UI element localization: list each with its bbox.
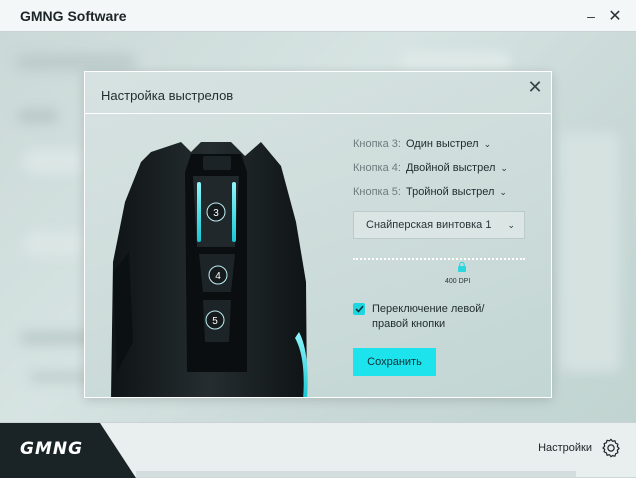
mouse-image: 3 4 5 — [111, 142, 308, 397]
dpi-slider-track[interactable] — [353, 258, 525, 260]
mouse-button-4-badge[interactable]: 4 — [208, 265, 228, 285]
profile-select[interactable]: Снайперская винтовка 1 ⌄ — [353, 211, 525, 239]
dpi-value: 400 DPI — [445, 278, 471, 285]
chevron-down-icon[interactable]: ⌄ — [499, 187, 507, 198]
lock-icon[interactable] — [456, 261, 468, 273]
button-5-value[interactable]: Тройной выстрел — [406, 186, 494, 198]
shot-settings-dialog: Настройка выстрелов ✕ 3 4 5 Кнопка 3: Од… — [84, 71, 552, 398]
dialog-close-button[interactable]: ✕ — [525, 77, 545, 97]
save-button[interactable]: Сохранить — [353, 348, 436, 376]
button-3-key: Кнопка 3: — [353, 138, 401, 150]
app-titlebar: GMNG Software – ✕ — [0, 0, 636, 32]
app-footer: GMNG Настройки — [0, 422, 636, 478]
badge-label: 5 — [212, 316, 218, 327]
chevron-down-icon: ⌄ — [507, 219, 515, 230]
profile-select-value: Снайперская винтовка 1 — [366, 219, 492, 231]
gmng-logo: GMNG — [20, 439, 84, 459]
badge-label: 4 — [215, 271, 221, 282]
button-5-row[interactable]: Кнопка 5: Тройной выстрел ⌄ — [353, 180, 508, 204]
logo-plate: GMNG — [0, 423, 136, 478]
settings-label: Настройки — [538, 442, 592, 454]
mouse-button-3-badge[interactable]: 3 — [206, 202, 226, 222]
gear-icon — [602, 438, 620, 458]
button-5-key: Кнопка 5: — [353, 186, 401, 198]
dialog-divider — [85, 113, 551, 114]
button-4-key: Кнопка 4: — [353, 162, 401, 174]
button-3-row[interactable]: Кнопка 3: Один выстрел ⌄ — [353, 132, 508, 156]
mouse-button-5-badge[interactable]: 5 — [205, 310, 225, 330]
dialog-title: Настройка выстрелов — [101, 88, 234, 103]
button-assignments: Кнопка 3: Один выстрел ⌄ Кнопка 4: Двойн… — [353, 132, 508, 204]
app-title: GMNG Software — [20, 7, 127, 24]
window-close-button[interactable]: ✕ — [600, 0, 630, 32]
chevron-down-icon[interactable]: ⌄ — [500, 163, 508, 174]
checkmark-icon — [354, 305, 364, 313]
badge-label: 3 — [213, 208, 219, 219]
chevron-down-icon[interactable]: ⌄ — [484, 139, 492, 150]
button-4-value[interactable]: Двойной выстрел — [406, 162, 495, 174]
button-4-row[interactable]: Кнопка 4: Двойной выстрел ⌄ — [353, 156, 508, 180]
button-3-value[interactable]: Один выстрел — [406, 138, 479, 150]
swap-buttons-checkbox[interactable] — [353, 303, 365, 315]
footer-accent — [136, 471, 576, 477]
settings-button[interactable]: Настройки — [538, 437, 622, 459]
swap-buttons-label[interactable]: Переключение левой/ правой кнопки — [372, 302, 522, 332]
